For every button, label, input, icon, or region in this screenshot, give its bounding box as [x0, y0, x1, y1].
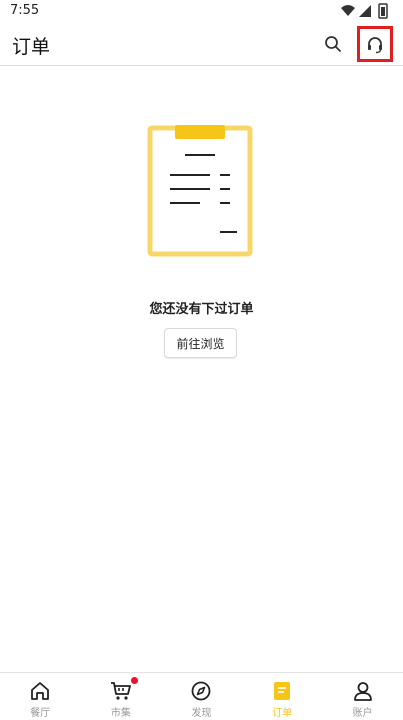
compass-icon [189, 679, 213, 703]
headset-icon [368, 37, 382, 54]
search-button[interactable] [321, 32, 345, 56]
status-icons [341, 3, 388, 19]
signal-icon [359, 5, 371, 17]
tab-label: 账户 [352, 708, 373, 719]
home-icon [28, 679, 52, 703]
cart-icon [109, 677, 138, 703]
status-bar: 7:55 [0, 0, 403, 22]
account-icon [351, 679, 375, 703]
order-icon [270, 679, 294, 703]
tab-restaurant[interactable]: 餐厅 [0, 673, 81, 720]
tab-account[interactable]: 账户 [322, 673, 403, 720]
app-header: 订单 [0, 22, 403, 66]
tab-label: 市集 [110, 708, 131, 719]
tab-label: 餐厅 [30, 708, 51, 719]
notification-badge [130, 677, 138, 684]
status-time: 7:55 [10, 3, 40, 18]
tab-orders[interactable]: 订单 [242, 673, 323, 720]
empty-orders-illustration [147, 125, 253, 257]
page-title: 订单 [12, 36, 51, 58]
customer-service-button[interactable] [357, 26, 393, 62]
tab-label: 订单 [272, 708, 293, 719]
tab-market[interactable]: 市集 [81, 673, 162, 720]
search-icon [325, 36, 341, 52]
wifi-icon [341, 5, 355, 16]
browse-button[interactable]: 前往浏览 [164, 328, 237, 358]
tab-label: 发现 [191, 708, 212, 719]
tab-discover[interactable]: 发现 [161, 673, 242, 720]
bottom-tab-bar: 餐厅 市集 发现 订单 账户 [0, 672, 403, 720]
empty-state-message: 您还没有下过订单 [149, 302, 254, 317]
